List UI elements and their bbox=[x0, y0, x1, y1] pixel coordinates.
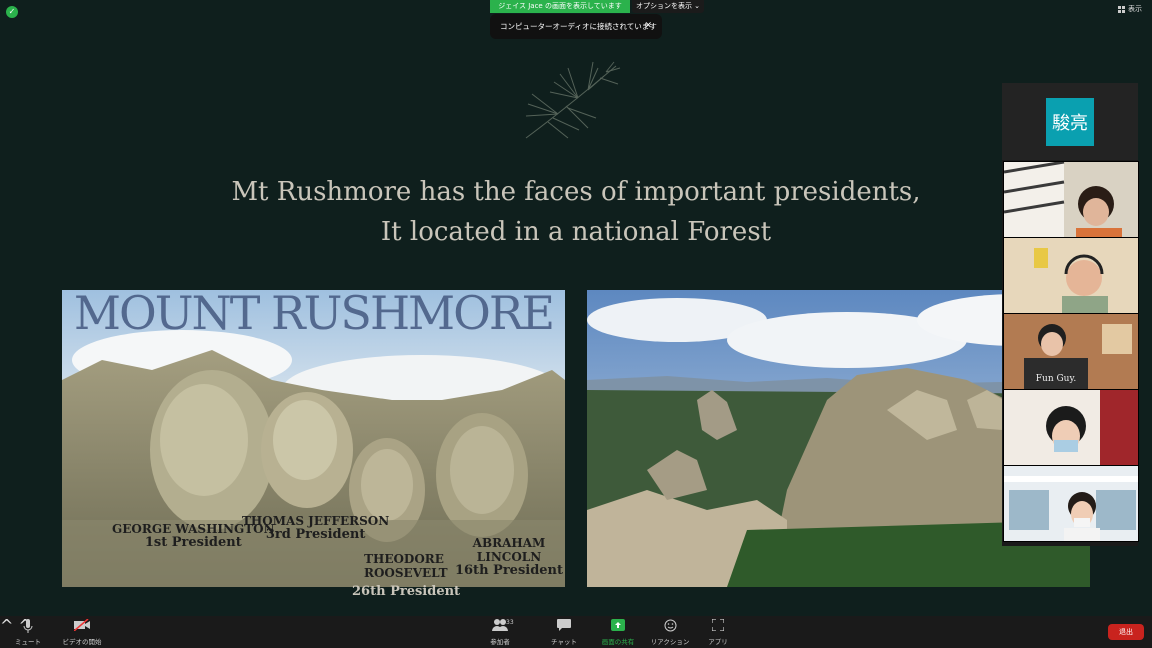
label-roosevelt-name: THEODORE ROOSEVELT bbox=[364, 552, 448, 580]
pine-branch-illustration bbox=[525, 61, 621, 139]
share-screen-icon bbox=[596, 619, 640, 636]
participant-1-video bbox=[1004, 162, 1138, 237]
label-roosevelt: THEODORE ROOSEVELT bbox=[364, 552, 448, 580]
label-jefferson-role: 3rd President bbox=[265, 527, 366, 542]
label-jefferson-name: THOMAS JEFFERSON bbox=[242, 514, 390, 528]
view-options-button[interactable]: オプションを表示 ⌄ bbox=[632, 0, 704, 13]
mount-rushmore-labeled-photo: MOUNT RUSHMORE GEORGE WASHINGTON 1st Pre… bbox=[62, 290, 565, 587]
label-lincoln: ABRAHAM LINCOLN 16th President bbox=[454, 536, 564, 578]
participant-2-video bbox=[1004, 238, 1138, 313]
label-jefferson: THOMAS JEFFERSON 3rd President bbox=[242, 514, 389, 542]
headline-line-2: It located in a national Forest bbox=[380, 217, 772, 247]
grid-view-icon bbox=[1118, 5, 1125, 13]
label-lincoln-role: 16th President bbox=[454, 563, 564, 578]
leave-button[interactable]: 退出 bbox=[1108, 624, 1144, 640]
security-shield-icon[interactable]: ✓ bbox=[6, 6, 18, 18]
participant-video-tile[interactable] bbox=[1003, 389, 1139, 466]
avatar: 駿亮 bbox=[1046, 97, 1094, 146]
start-video-button[interactable]: ビデオの開始 bbox=[60, 616, 104, 648]
sharing-banner: ジェイス Jace の画面を表示しています bbox=[490, 0, 630, 13]
reactions-button[interactable]: リアクション bbox=[648, 616, 692, 648]
reactions-label: リアクション bbox=[650, 638, 690, 646]
photo-title: MOUNT RUSHMORE bbox=[73, 290, 555, 340]
apps-icon bbox=[696, 618, 740, 636]
share-screen-label: 画面の共有 bbox=[601, 638, 635, 646]
view-options-label: オプションを表示 bbox=[635, 2, 692, 10]
participant-4-video bbox=[1004, 390, 1138, 465]
participant-3-video: Fun Guy. bbox=[1004, 314, 1138, 389]
label-roosevelt-role: 26th President bbox=[352, 584, 461, 599]
participants-panel: 駿亮 Fun Guy. bbox=[1002, 83, 1139, 546]
video-off-icon bbox=[60, 618, 104, 636]
shared-screen: ✓ ジェイス Jace の画面を表示しています オプションを表示 ⌄ コンピュー… bbox=[0, 0, 1152, 616]
chat-icon bbox=[542, 619, 586, 636]
participant-video-tile[interactable] bbox=[1003, 161, 1139, 238]
label-lincoln-name: ABRAHAM LINCOLN bbox=[472, 536, 546, 564]
participants-button[interactable]: 33 参加者 bbox=[478, 616, 522, 648]
participants-count: 33 bbox=[506, 619, 514, 626]
smiley-icon bbox=[648, 619, 692, 636]
participant-5-video bbox=[1004, 466, 1138, 541]
participant-video-tile[interactable] bbox=[1003, 465, 1139, 542]
chat-label: チャット bbox=[551, 638, 577, 646]
mute-button[interactable]: ミュート bbox=[6, 616, 50, 648]
participant-video-tile[interactable]: Fun Guy. bbox=[1003, 313, 1139, 390]
participants-icon bbox=[478, 619, 522, 636]
participants-label: 参加者 bbox=[490, 638, 510, 646]
chat-button[interactable]: チャット bbox=[542, 616, 586, 648]
apps-label: アプリ bbox=[708, 638, 728, 646]
shirt-text: Fun Guy. bbox=[1036, 374, 1077, 384]
audio-notice: コンピューターオーディオに接続されています ✕ bbox=[490, 14, 662, 39]
close-icon[interactable]: ✕ bbox=[644, 14, 652, 39]
microphone-icon bbox=[6, 619, 50, 636]
view-label: 表示 bbox=[1128, 5, 1142, 13]
headline-line-1: Mt Rushmore has the faces of important p… bbox=[231, 177, 921, 207]
audio-notice-text: コンピューターオーディオに接続されています bbox=[500, 22, 657, 31]
start-video-label: ビデオの開始 bbox=[62, 638, 102, 646]
participant-avatar-tile[interactable]: 駿亮 bbox=[1002, 83, 1138, 160]
view-button[interactable]: 表示 bbox=[1118, 4, 1142, 14]
slide-headline: Mt Rushmore has the faces of important p… bbox=[180, 172, 972, 252]
apps-button[interactable]: アプリ bbox=[696, 616, 740, 648]
participant-video-tile[interactable] bbox=[1003, 237, 1139, 314]
meeting-toolbar: ミュート ^ ビデオの開始 33 参加者 ^ チャット 画面の共有 リアクション bbox=[0, 616, 1152, 648]
mute-label: ミュート bbox=[15, 638, 41, 646]
share-screen-button[interactable]: 画面の共有 bbox=[596, 616, 640, 648]
